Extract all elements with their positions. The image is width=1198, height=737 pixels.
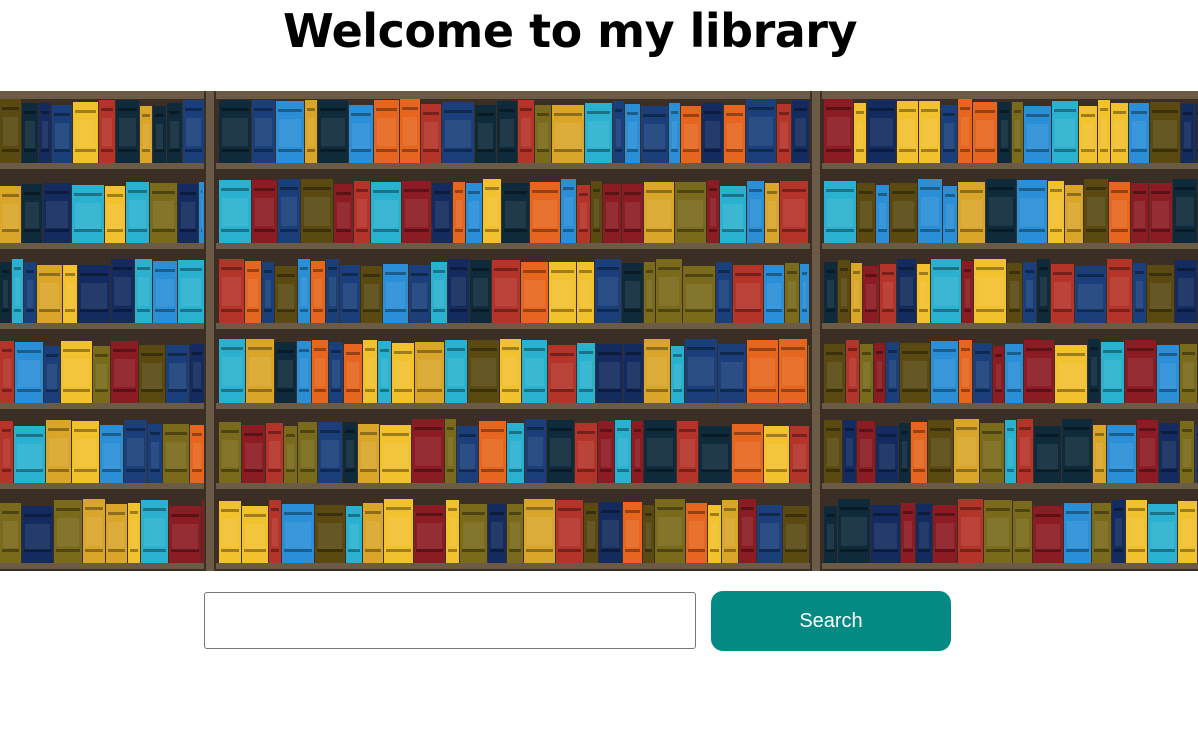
search-button[interactable]: Search [711, 591, 951, 651]
search-bar: Search [0, 591, 1198, 651]
page: Welcome to my library Search [0, 0, 1198, 737]
bookshelf-banner-image [0, 91, 1198, 571]
page-title: Welcome to my library [283, 4, 857, 58]
search-input[interactable] [204, 592, 696, 649]
